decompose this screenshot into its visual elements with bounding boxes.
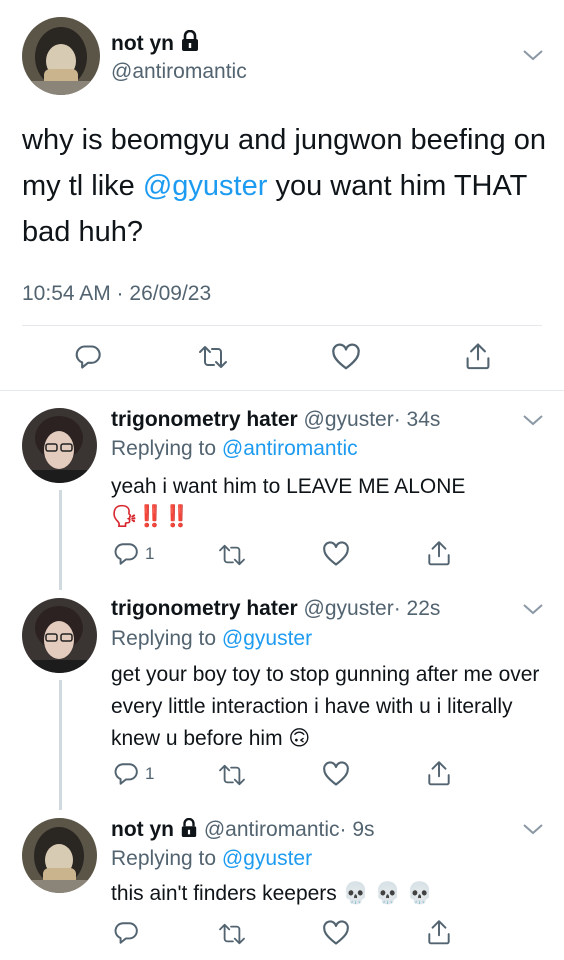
retweet-button[interactable] xyxy=(197,344,229,370)
display-name[interactable]: not yn xyxy=(111,32,174,55)
share-button[interactable] xyxy=(426,918,452,946)
divider xyxy=(22,325,542,326)
like-button[interactable] xyxy=(322,541,350,567)
like-icon xyxy=(323,541,349,566)
chevron-down-icon[interactable] xyxy=(522,602,544,616)
relative-time[interactable]: · 22s xyxy=(394,597,441,620)
avatar-reply-2[interactable] xyxy=(22,598,97,673)
reply-icon xyxy=(75,345,101,369)
main-tweet-text: why is beomgyu and jungwon beefing on my… xyxy=(22,124,546,248)
share-icon xyxy=(428,761,450,786)
reply-icon xyxy=(114,922,138,944)
relative-time[interactable]: · 9s xyxy=(340,818,375,841)
like-icon xyxy=(323,920,349,945)
avatar-main[interactable] xyxy=(22,17,100,95)
reply-3-header: not yn @antiromantic· 9s xyxy=(111,817,375,845)
share-icon xyxy=(466,343,490,370)
replying-to: Replying to @antiromantic xyxy=(111,437,358,460)
chevron-down-icon[interactable] xyxy=(522,48,544,62)
thread-line xyxy=(59,680,62,810)
share-button[interactable] xyxy=(426,759,452,787)
handle[interactable]: @antiromantic xyxy=(204,818,340,841)
reply-1-emoji: 🗣‼️‼️ xyxy=(111,505,190,528)
mention-link[interactable]: @gyuster xyxy=(222,627,312,650)
share-icon xyxy=(428,920,450,945)
like-button[interactable] xyxy=(331,343,361,371)
handle[interactable]: @antiromantic xyxy=(111,60,247,84)
like-button[interactable] xyxy=(322,920,350,946)
mention-link[interactable]: @antiromantic xyxy=(222,437,358,460)
share-button[interactable] xyxy=(426,539,452,567)
retweet-icon xyxy=(219,544,245,566)
lock-icon xyxy=(180,29,200,61)
reply-1-header: trigonometry hater @gyuster· 34s xyxy=(111,407,440,433)
retweet-icon xyxy=(219,923,245,945)
like-icon xyxy=(323,761,349,786)
handle[interactable]: @gyuster xyxy=(304,597,394,620)
handle[interactable]: @gyuster xyxy=(304,408,394,431)
reply-count: 1 xyxy=(145,764,155,783)
reply-button[interactable]: 1 xyxy=(113,761,154,787)
display-name[interactable]: not yn xyxy=(111,818,174,841)
retweet-button[interactable] xyxy=(217,543,247,567)
mention-link[interactable]: @gyuster xyxy=(143,170,268,202)
reply-1-text: yeah i want him to LEAVE ME ALONE xyxy=(111,475,466,498)
retweet-button[interactable] xyxy=(217,763,247,787)
divider xyxy=(0,390,564,391)
reply-button[interactable] xyxy=(74,343,102,371)
reply-icon xyxy=(114,763,138,785)
relative-time[interactable]: · 34s xyxy=(394,408,441,431)
display-name[interactable]: trigonometry hater xyxy=(111,408,298,431)
chevron-down-icon[interactable] xyxy=(522,822,544,836)
retweet-icon xyxy=(199,346,227,368)
reply-icon xyxy=(114,543,138,565)
chevron-down-icon[interactable] xyxy=(522,413,544,427)
reply-button[interactable]: 1 xyxy=(113,541,154,567)
share-icon xyxy=(428,541,450,566)
retweet-button[interactable] xyxy=(217,922,247,946)
reply-2-header: trigonometry hater @gyuster· 22s xyxy=(111,596,440,622)
mention-link[interactable]: @gyuster xyxy=(222,847,312,870)
like-button[interactable] xyxy=(322,761,350,787)
thread-line xyxy=(59,490,62,590)
replying-to: Replying to @gyuster xyxy=(111,847,313,870)
main-name-row: not yn xyxy=(111,29,200,61)
avatar-reply-3[interactable] xyxy=(22,818,97,893)
lock-icon xyxy=(180,817,198,845)
timestamp[interactable]: 10:54 AM · 26/09/23 xyxy=(22,282,211,306)
reply-3-text: this ain't finders keepers 💀 💀 💀 xyxy=(111,882,433,905)
reply-count: 1 xyxy=(145,544,155,563)
display-name[interactable]: trigonometry hater xyxy=(111,597,298,620)
avatar-reply-1[interactable] xyxy=(22,408,97,483)
retweet-icon xyxy=(219,764,245,786)
share-button[interactable] xyxy=(464,341,492,371)
replying-to: Replying to @gyuster xyxy=(111,627,313,650)
like-icon xyxy=(332,343,360,370)
reply-button[interactable] xyxy=(113,920,139,946)
reply-2-text: get your boy toy to stop gunning after m… xyxy=(111,663,540,750)
